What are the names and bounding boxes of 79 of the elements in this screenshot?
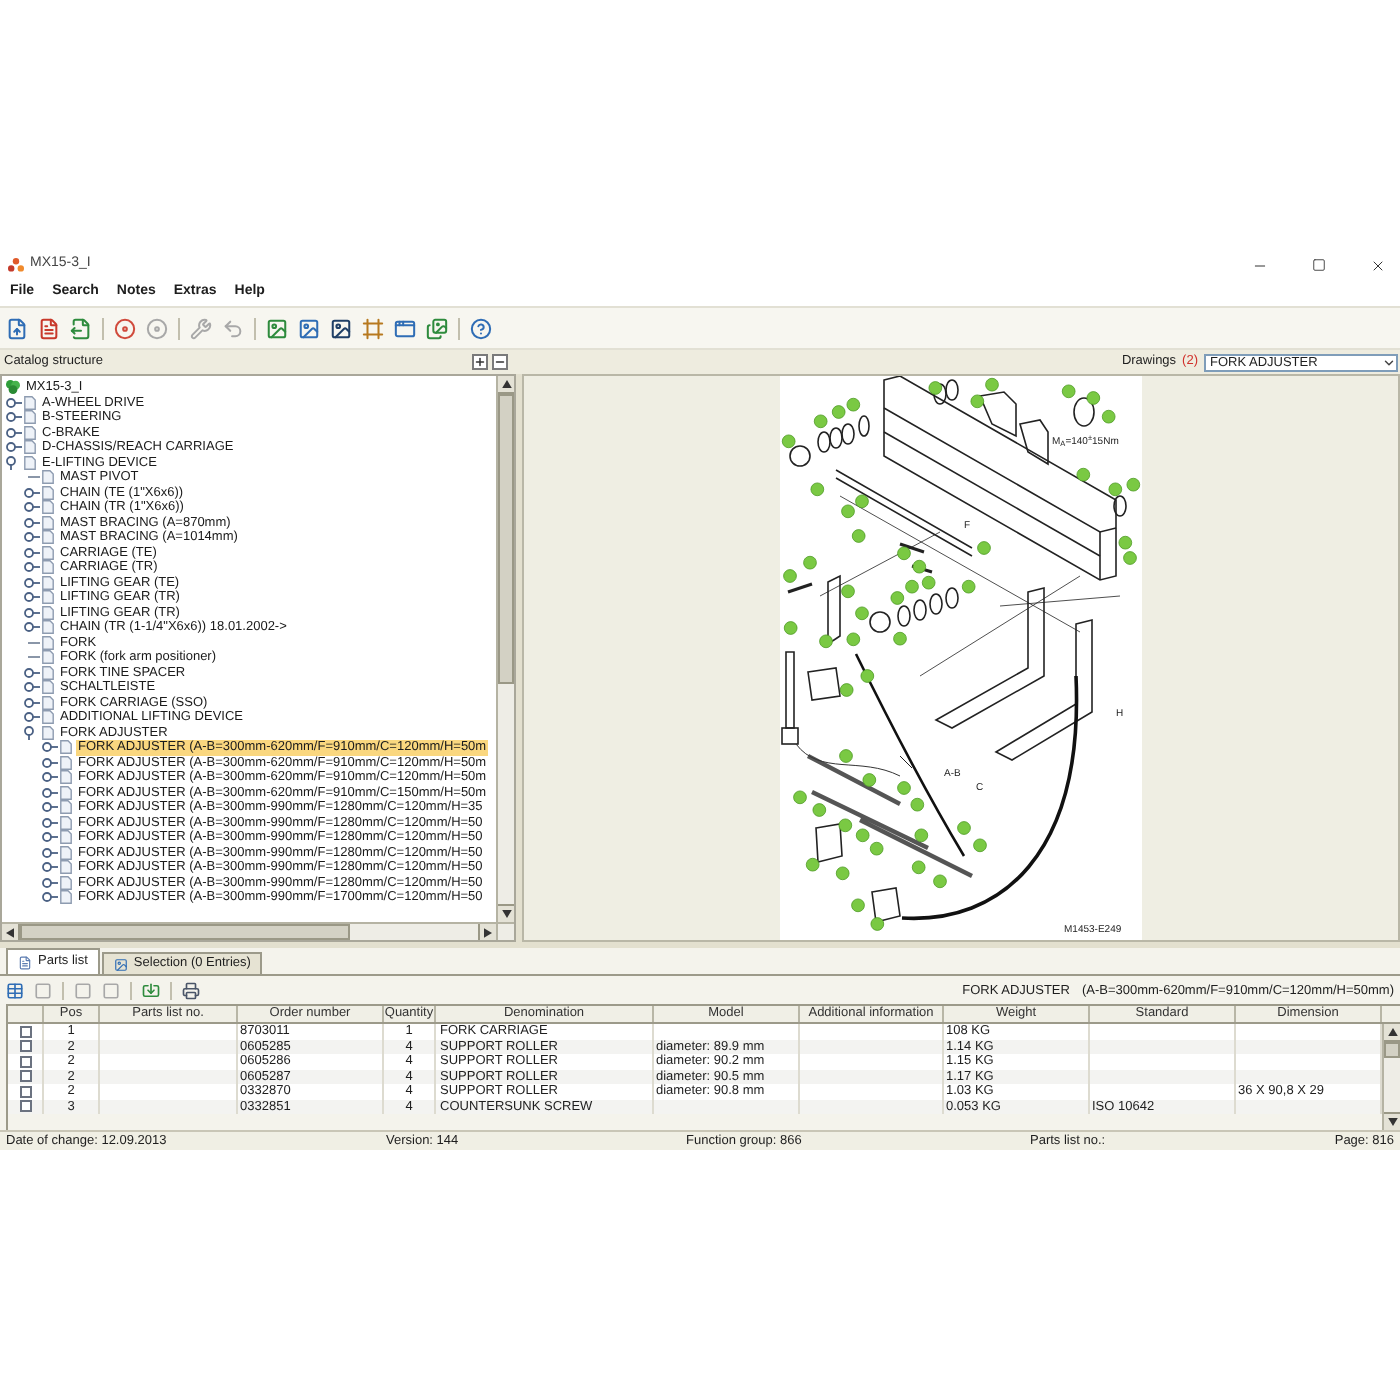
scroll-up-button[interactable] [1384, 1024, 1400, 1042]
tree-toggle-icon[interactable] [24, 682, 40, 693]
tree-toggle-icon[interactable] [42, 817, 58, 828]
tree-toggle-icon[interactable] [42, 787, 58, 798]
horizontal-scrollbar[interactable] [2, 924, 496, 940]
scrollbar-thumb[interactable] [20, 924, 350, 940]
tree-toggle-icon[interactable] [24, 712, 40, 723]
row-checkbox[interactable] [19, 1070, 31, 1083]
tree-toggle-icon[interactable] [42, 847, 58, 858]
tree-toggle-icon[interactable] [6, 427, 22, 438]
tree-toggle-icon[interactable] [42, 877, 58, 888]
app-logo-icon [8, 257, 24, 273]
scroll-up-button[interactable] [498, 376, 514, 394]
down-triangle-icon[interactable] [1387, 1118, 1397, 1126]
row-checkbox[interactable] [19, 1100, 31, 1113]
vertical-scrollbar[interactable] [496, 376, 514, 922]
tree-toggle-icon[interactable] [6, 412, 22, 423]
tree-toggle-icon[interactable] [24, 487, 40, 498]
row-checkbox[interactable] [19, 1055, 31, 1068]
scroll-right-button[interactable] [478, 924, 496, 940]
tree-toggle-icon[interactable] [24, 622, 40, 633]
tree-toggle-icon[interactable] [24, 517, 40, 528]
expand-all-button[interactable] [472, 354, 488, 370]
left-triangle-icon[interactable] [6, 927, 14, 937]
tree-toggle-icon[interactable] [42, 757, 58, 768]
tree-toggle-icon[interactable] [42, 742, 58, 753]
up-triangle-icon[interactable] [501, 380, 511, 388]
tree-toggle-icon[interactable] [24, 562, 40, 573]
tree-toggle-icon[interactable] [24, 697, 40, 708]
collapse-all-button[interactable] [492, 354, 508, 370]
tree-toggle-icon[interactable] [24, 577, 40, 588]
tree-toggle-icon[interactable] [42, 802, 58, 813]
document-icon [18, 955, 32, 969]
file-export-icon[interactable] [70, 317, 92, 339]
window-icon[interactable] [394, 317, 416, 339]
table-icon[interactable] [6, 981, 24, 999]
row-checkbox[interactable] [19, 1085, 31, 1098]
caret-icon [1382, 355, 1396, 369]
root-node-icon [6, 380, 20, 395]
tree-toggle-icon[interactable] [42, 832, 58, 843]
tree-toggle-icon[interactable] [6, 442, 22, 453]
file-upload-icon[interactable] [6, 317, 28, 339]
tree-toggle-icon[interactable] [6, 455, 16, 470]
image-icon[interactable] [298, 317, 320, 339]
row-checkbox[interactable] [19, 1025, 31, 1038]
minus-icon [494, 356, 506, 368]
tree-toggle-icon[interactable] [6, 397, 22, 408]
tree-toggle-icon[interactable] [24, 725, 34, 740]
tree-toggle-icon[interactable] [42, 862, 58, 873]
up-triangle-icon[interactable] [1387, 1028, 1397, 1036]
maximize-icon[interactable] [1312, 258, 1326, 272]
image-icon[interactable] [330, 317, 352, 339]
disc-icon[interactable] [114, 317, 136, 339]
close-icon[interactable] [1370, 257, 1386, 273]
scrollbar-thumb[interactable] [1384, 1042, 1400, 1058]
scrollbar-thumb[interactable] [498, 394, 514, 684]
frame-icon[interactable] [362, 317, 384, 339]
right-triangle-icon[interactable] [484, 927, 492, 937]
tree-toggle-icon[interactable] [24, 667, 40, 678]
images-icon[interactable] [426, 317, 448, 339]
scroll-down-button[interactable] [498, 904, 514, 922]
import-icon[interactable] [142, 981, 160, 999]
document-icon[interactable] [38, 317, 60, 339]
tree-toggle-icon[interactable] [24, 502, 40, 513]
tree-toggle-icon[interactable] [24, 532, 40, 543]
vertical-scrollbar[interactable] [1382, 1024, 1400, 1130]
tree-toggle-icon[interactable] [24, 607, 40, 618]
tree-toggle-icon[interactable] [24, 547, 40, 558]
down-triangle-icon[interactable] [501, 910, 511, 918]
tree-toggle-icon[interactable] [24, 592, 40, 603]
plus-icon [474, 356, 486, 368]
row-checkbox[interactable] [19, 1040, 31, 1053]
scroll-down-button[interactable] [1384, 1112, 1400, 1130]
image-icon [113, 957, 128, 971]
tree-toggle-icon[interactable] [42, 892, 58, 903]
printer-icon[interactable] [182, 981, 200, 999]
tree-toggle-icon[interactable] [42, 772, 58, 783]
help-icon[interactable] [470, 317, 492, 339]
scroll-left-button[interactable] [2, 924, 20, 940]
